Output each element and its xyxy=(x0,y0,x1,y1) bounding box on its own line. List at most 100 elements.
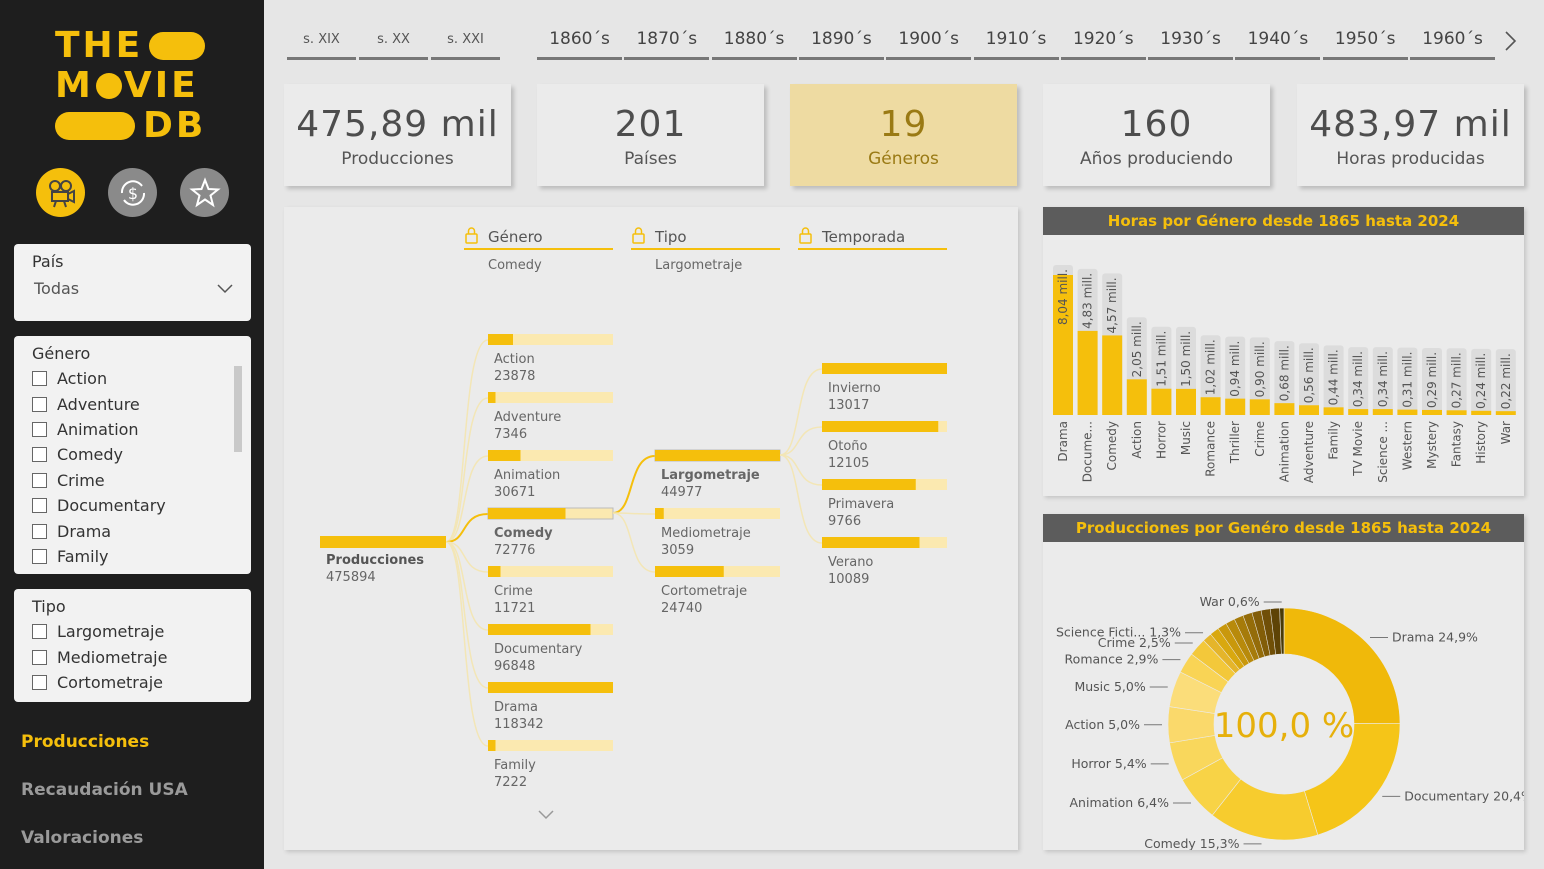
page-link-producciones[interactable]: Producciones xyxy=(21,732,149,752)
level-header[interactable]: Temporada xyxy=(798,227,947,250)
tree-node[interactable]: Largometraje 44977 xyxy=(654,449,781,500)
tree-node[interactable]: Adventure 7346 xyxy=(488,392,613,442)
tree-node[interactable]: Action 23878 xyxy=(488,334,613,384)
bar-group[interactable]: 0,56 mill. Adventure xyxy=(1299,343,1319,483)
bar-group[interactable]: 0,34 mill. TV Movie xyxy=(1348,347,1369,477)
checkbox[interactable] xyxy=(32,649,47,665)
pais-dropdown[interactable]: Todas xyxy=(34,279,233,298)
bar-group[interactable]: 0,31 mill. Western xyxy=(1397,347,1418,471)
bar-group[interactable]: 0,68 mill. Animation xyxy=(1274,341,1295,482)
decade-slicer-item[interactable]: 1930´s xyxy=(1148,24,1234,60)
bar-group[interactable]: 0,27 mill. Fantasy xyxy=(1446,348,1467,467)
lock-icon xyxy=(632,227,645,244)
decade-slicer-item[interactable]: 1950´s xyxy=(1322,24,1408,60)
tree-node-value: 11721 xyxy=(494,601,535,616)
page-link-valoraciones[interactable]: Valoraciones xyxy=(21,828,143,848)
tree-node[interactable]: Family 7222 xyxy=(488,740,613,790)
checkbox[interactable] xyxy=(32,674,47,690)
tipo-filter-title: Tipo xyxy=(32,597,66,616)
genero-checkbox-row[interactable]: Drama xyxy=(14,518,251,543)
checkbox[interactable] xyxy=(32,396,47,412)
decade-slicer-item[interactable]: 1940´s xyxy=(1235,24,1321,60)
bar xyxy=(1422,409,1442,415)
decade-slicer-item[interactable]: 1880´s xyxy=(711,24,797,60)
checkbox-label: Comedy xyxy=(57,445,124,465)
film-camera-icon[interactable] xyxy=(36,168,85,217)
chevron-right-icon[interactable] xyxy=(1503,30,1519,52)
genero-checkbox-row[interactable]: Animation xyxy=(14,417,251,442)
chevron-down-icon[interactable] xyxy=(538,810,554,820)
checkbox[interactable] xyxy=(32,523,47,539)
scrollbar[interactable] xyxy=(234,366,242,452)
checkbox[interactable] xyxy=(32,421,47,437)
tipo-checkbox-row[interactable]: Cortometraje xyxy=(14,670,251,695)
bar-category-label: Science ... xyxy=(1376,421,1390,483)
bar xyxy=(1151,388,1172,415)
tree-node[interactable]: Drama 118342 xyxy=(488,682,613,732)
bar-group[interactable]: 0,44 mill. Family xyxy=(1323,345,1344,460)
bar xyxy=(1495,411,1516,415)
bar-group[interactable]: 0,22 mill. War xyxy=(1495,349,1516,444)
dollar-refresh-icon[interactable]: $ xyxy=(108,168,157,217)
decade-slicer-item[interactable]: 1900´s xyxy=(886,24,972,60)
bar-group[interactable]: 0,24 mill. History xyxy=(1471,348,1492,464)
bar-group[interactable]: 0,94 mill. Thriller xyxy=(1225,336,1246,465)
bar-group[interactable]: 0,90 mill. Crime xyxy=(1249,337,1270,457)
tree-node[interactable]: Cortometraje 24740 xyxy=(655,566,780,616)
tree-node[interactable]: Documentary 96848 xyxy=(488,624,613,674)
page-link-recaudacion[interactable]: Recaudación USA xyxy=(21,780,188,800)
decade-slicer-item[interactable]: 1910´s xyxy=(973,24,1059,60)
checkbox[interactable] xyxy=(32,371,47,387)
level-header[interactable]: Tipo Largometraje xyxy=(631,227,780,273)
genero-checkbox-row[interactable]: Crime xyxy=(14,468,251,493)
bar xyxy=(1176,388,1196,415)
bar-group[interactable]: 1,50 mill. Music xyxy=(1176,326,1196,455)
bar-group[interactable]: 0,29 mill. Mystery xyxy=(1422,347,1442,469)
tree-node[interactable]: Primavera 9766 xyxy=(822,479,947,529)
checkbox[interactable] xyxy=(32,498,47,514)
bar-group[interactable]: 0,34 mill. Science ... xyxy=(1372,347,1393,483)
genero-checkbox-row[interactable]: Comedy xyxy=(14,442,251,467)
bar-group[interactable]: 4,57 mill. Comedy xyxy=(1102,273,1123,471)
tree-node[interactable]: Verano 10089 xyxy=(822,537,947,587)
level-header[interactable]: Género Comedy xyxy=(464,227,613,273)
bar-group[interactable]: 1,02 mill. Romance xyxy=(1200,335,1221,477)
tree-node[interactable]: Animation 30671 xyxy=(488,450,613,500)
tree-node-value: 9766 xyxy=(828,514,861,529)
star-icon[interactable] xyxy=(180,168,229,217)
tree-node-value: 10089 xyxy=(828,572,869,587)
tree-node[interactable]: Otoño 12105 xyxy=(822,421,947,471)
genero-checkbox-row[interactable]: Family xyxy=(14,544,251,569)
tipo-checkbox-row[interactable]: Largometraje xyxy=(14,619,251,644)
bar xyxy=(1200,397,1221,415)
checkbox[interactable] xyxy=(32,447,47,463)
tree-node[interactable]: Comedy 72776 xyxy=(487,507,614,558)
era-slicer-item[interactable]: s. XX xyxy=(359,24,428,60)
checkbox[interactable] xyxy=(32,624,47,640)
checkbox[interactable] xyxy=(32,548,47,564)
bar-group[interactable]: 8,04 mill. Drama xyxy=(1053,265,1073,462)
kpi-card: 201 Países xyxy=(537,84,764,186)
tree-node[interactable]: Invierno 13017 xyxy=(822,363,947,413)
genero-checkbox-row[interactable]: Adventure xyxy=(14,391,251,416)
bar-group[interactable]: 2,05 mill. Action xyxy=(1126,317,1147,459)
checkbox[interactable] xyxy=(32,472,47,488)
decade-slicer-item[interactable]: 1890´s xyxy=(798,24,884,60)
tree-node-value: 7346 xyxy=(494,427,527,442)
bar-value-label: 4,57 mill. xyxy=(1105,277,1119,333)
tree-node[interactable]: Mediometraje 3059 xyxy=(655,508,780,558)
decade-slicer-item[interactable]: 1960´s xyxy=(1410,24,1495,60)
era-slicer-item[interactable]: s. XIX xyxy=(287,24,356,60)
genero-checkbox-row[interactable]: Action xyxy=(14,366,251,391)
decade-slicer-item[interactable]: 1920´s xyxy=(1060,24,1146,60)
decade-slicer-item[interactable]: 1860´s xyxy=(537,24,622,60)
donut-chart: Drama 24,9% Documentary 20,4% Comedy 15,3%… xyxy=(1056,594,1533,851)
genero-checkbox-row[interactable]: Documentary xyxy=(14,493,251,518)
tree-node[interactable]: Crime 11721 xyxy=(488,566,613,616)
decade-slicer-item[interactable]: 1870´s xyxy=(624,24,710,60)
bar-group[interactable]: 4,83 mill. Docume... xyxy=(1077,268,1098,482)
tree-node-root[interactable]: Producciones 475894 xyxy=(320,536,446,585)
bar-group[interactable]: 1,51 mill. Horror xyxy=(1151,326,1172,459)
tipo-checkbox-row[interactable]: Mediometraje xyxy=(14,644,251,669)
era-slicer-item[interactable]: s. XXI xyxy=(431,24,500,60)
